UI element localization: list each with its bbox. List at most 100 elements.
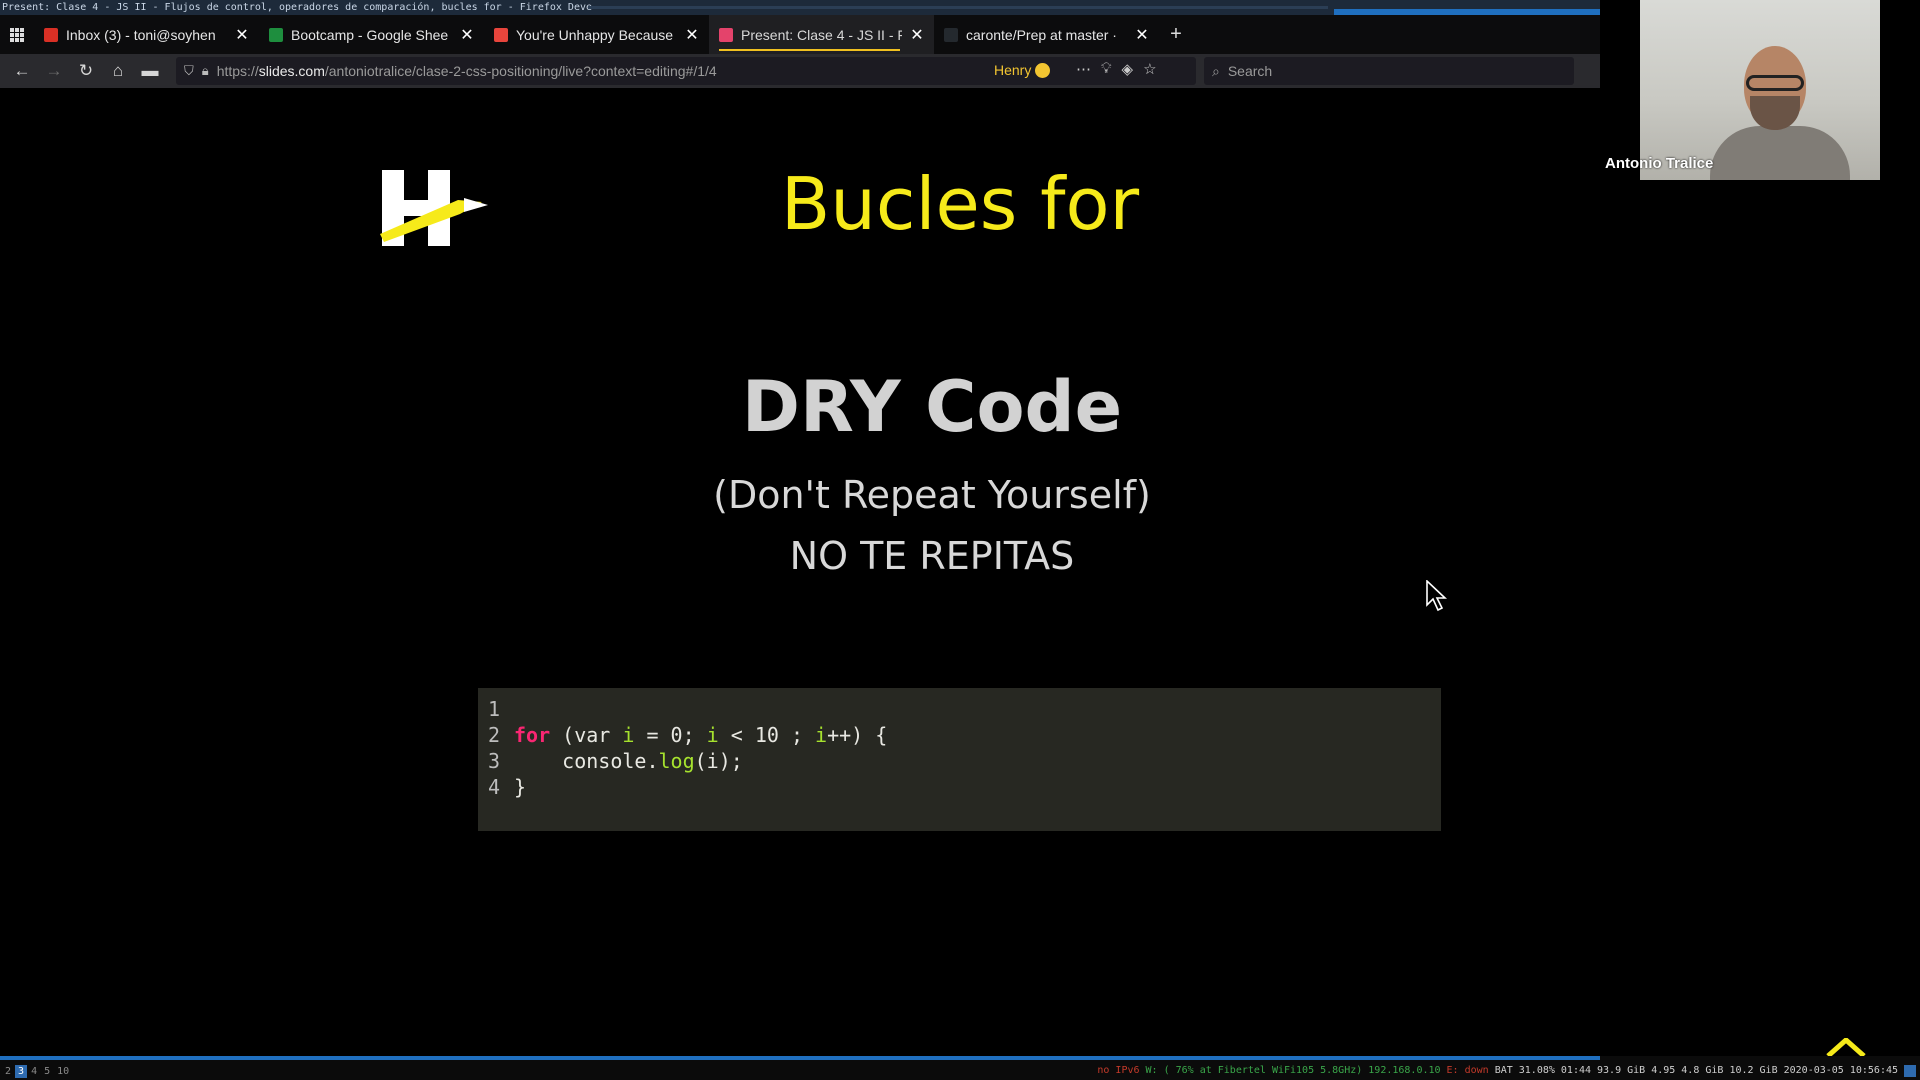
tab-caronte-prep[interactable]: caronte/Prep at master · ✕ (934, 15, 1159, 54)
code-var: i (815, 723, 828, 747)
apps-grid-icon[interactable] (0, 15, 34, 54)
wifi-status: W: ( 76% at Fibertel WiFi105 5.8GHz) 192… (1145, 1065, 1441, 1076)
slides-icon (719, 27, 733, 42)
site-icon (494, 27, 508, 42)
henry-logo (380, 170, 488, 246)
code-line-4: 4} (488, 774, 1431, 800)
tab-label: Inbox (3) - toni@soyhen (66, 26, 216, 43)
webcam-name-label: Antonio Tralice (1605, 155, 1714, 172)
tab-label: Bootcamp - Google Shee (291, 26, 449, 43)
search-box[interactable]: ⌕ (1204, 57, 1574, 85)
cam-person-body (1710, 126, 1850, 180)
code-text: } (514, 775, 527, 799)
url-actions: ⋯ 💡︎ ◈ ☆ (1076, 60, 1157, 78)
tab-label: You're Unhappy Because (516, 26, 674, 43)
close-tab-icon[interactable]: ✕ (235, 25, 249, 45)
mouse-cursor-icon (1426, 580, 1448, 612)
back-arrow-icon[interactable]: ← (8, 57, 36, 85)
code-function: log (658, 749, 695, 773)
load-status: 4.95 (1651, 1065, 1676, 1076)
gmail-icon (44, 27, 58, 42)
ipv6-status: no IPv6 (1097, 1065, 1140, 1076)
search-input[interactable] (1227, 63, 1548, 79)
close-tab-icon[interactable]: ✕ (1135, 25, 1149, 45)
more-actions-icon[interactable]: ⋯ (1076, 60, 1091, 78)
sheets-icon (269, 27, 283, 42)
url-prefix: https:// (216, 63, 259, 79)
slide-heading: DRY Code (741, 366, 1123, 448)
code-text: (var (550, 723, 623, 747)
cam-person-beard (1750, 96, 1800, 130)
os-window-title: Present: Clase 4 - JS II - Flujos de con… (2, 2, 593, 13)
url-text[interactable]: https://slides.com/antoniotralice/clase-… (217, 63, 717, 79)
os-status-bar: 2 3 4 5 10 no IPv6 W: ( 76% at Fibertel … (0, 1056, 1920, 1080)
slide-subtitle: (Don't Repeat Yourself) (713, 473, 1151, 517)
forward-arrow-icon[interactable]: → (40, 57, 68, 85)
system-status: no IPv6 W: ( 76% at Fibertel WiFi105 5.8… (1097, 1065, 1916, 1077)
close-tab-icon[interactable]: ✕ (460, 25, 474, 45)
webcam-video (1640, 0, 1880, 180)
new-tab-plus-icon[interactable]: + (1159, 15, 1193, 54)
battery-status: BAT 31.08% 01:44 (1494, 1065, 1592, 1076)
reload-icon[interactable]: ↻ (72, 57, 100, 85)
henry-extension-badge[interactable]: Henry (994, 62, 1051, 78)
url-domain: slides.com (258, 63, 325, 79)
url-bar[interactable]: ⛉ 🔒︎ https://slides.com/antoniotralice/c… (176, 57, 1196, 85)
slide-note: NO TE REPITAS (789, 534, 1075, 578)
memory-status: 4.8 GiB (1681, 1065, 1724, 1076)
home-icon[interactable]: ⌂ (104, 57, 132, 85)
code-block: 1 2 for (var i = 0; i < 10 ; i++) { 3 con… (478, 688, 1441, 831)
disk2-status: 10.2 GiB (1729, 1065, 1778, 1076)
browser-nav-bar: ← → ↻ ⌂ ▬ ⛉ 🔒︎ https://slides.com/antoni… (0, 54, 1600, 88)
workspace-item-active[interactable]: 3 (15, 1065, 28, 1078)
line-number: 2 (488, 723, 501, 747)
workspace-list: 2 3 4 5 10 (2, 1065, 72, 1078)
line-number: 3 (488, 749, 501, 773)
slide-title: Bucles for (780, 162, 1140, 246)
lock-icon[interactable]: 🔒︎ (202, 63, 209, 79)
tab-inbox[interactable]: Inbox (3) - toni@soyhen ✕ (34, 15, 259, 54)
henry-dot-icon (1035, 62, 1051, 78)
code-var: i (706, 723, 719, 747)
code-text: console. (562, 749, 659, 773)
line-number: 1 (488, 697, 501, 721)
code-keyword: for (514, 723, 551, 747)
tracking-shield-icon[interactable]: ⛉ (184, 63, 194, 79)
code-var: i (622, 723, 635, 747)
code-line-3: 3 console.log(i); (488, 748, 1431, 774)
presentation-slide: Bucles for DRY Code (Don't Repeat Yourse… (0, 88, 1866, 1080)
close-tab-icon[interactable]: ✕ (910, 25, 924, 45)
url-path: /antoniotralice/clase-2-css-positioning/… (324, 63, 717, 79)
code-line-1: 1 (488, 696, 1431, 722)
close-tab-icon[interactable]: ✕ (685, 25, 699, 45)
pocket-library-icon[interactable]: ▬ (136, 57, 164, 85)
github-icon (944, 27, 958, 42)
browser-tab-bar: Inbox (3) - toni@soyhen ✕ Bootcamp - Goo… (0, 15, 1600, 54)
code-text: = 0; (634, 723, 707, 747)
tray-icon[interactable] (1904, 1065, 1916, 1077)
code-text: < 10 ; (718, 723, 816, 747)
status-bar-accent (0, 1056, 1600, 1060)
workspace-item[interactable]: 4 (28, 1065, 40, 1078)
workspace-item[interactable]: 2 (2, 1065, 14, 1078)
pocket-icon[interactable]: ◈ (1122, 60, 1134, 78)
slide-up-arrow-icon[interactable] (1826, 1038, 1866, 1058)
tab-present-clase-4[interactable]: Present: Clase 4 - JS II - F ✕ (709, 15, 934, 54)
tab-bootcamp-sheet[interactable]: Bootcamp - Google Shee ✕ (259, 15, 484, 54)
code-line-2: 2 for (var i = 0; i < 10 ; i++) { (488, 722, 1431, 748)
workspace-item[interactable]: 5 (41, 1065, 53, 1078)
clock: 2020-03-05 10:56:45 (1783, 1065, 1898, 1076)
code-text: ++) { (827, 723, 888, 747)
tab-label: Present: Clase 4 - JS II - F (741, 26, 902, 43)
bookmark-star-icon[interactable]: ☆ (1143, 60, 1156, 78)
workspace-item[interactable]: 10 (54, 1065, 72, 1078)
os-window-title-bar: Present: Clase 4 - JS II - Flujos de con… (0, 0, 1600, 15)
disk-status: 93.9 GiB (1597, 1065, 1646, 1076)
title-bar-fill (588, 6, 1328, 9)
line-number: 4 (488, 775, 501, 799)
tab-unhappy[interactable]: You're Unhappy Because ✕ (484, 15, 709, 54)
bulb-icon[interactable]: 💡︎ (1101, 60, 1112, 78)
henry-label: Henry (994, 62, 1032, 78)
code-text: (i); (694, 749, 743, 773)
